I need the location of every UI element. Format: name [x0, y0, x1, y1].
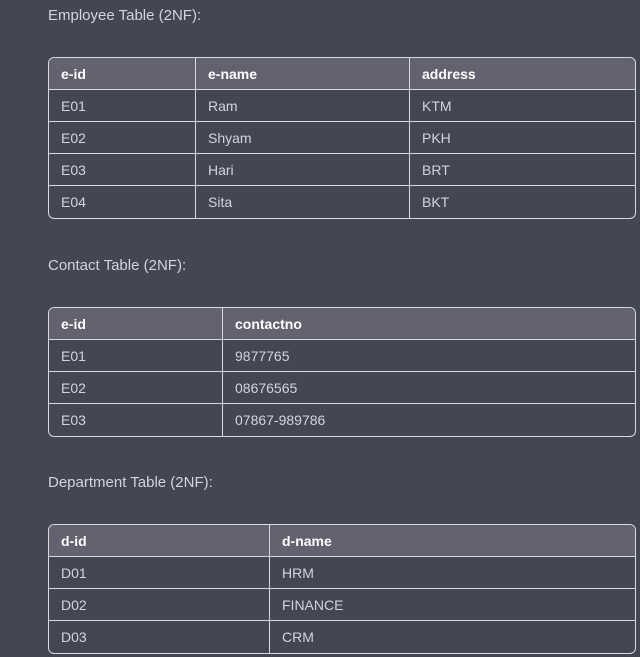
table-row: E01 Ram KTM	[49, 90, 635, 122]
department-table-title: Department Table (2NF):	[48, 474, 213, 491]
department-table: d-id d-name D01 HRM D02 FINANCE D03 CRM	[48, 524, 636, 654]
table-cell: BRT	[410, 154, 635, 186]
column-header: e-id	[49, 308, 223, 340]
table-header-row: d-id d-name	[49, 525, 635, 557]
contact-table-title: Contact Table (2NF):	[48, 257, 187, 274]
table-cell: E01	[49, 90, 196, 122]
table-cell: D03	[49, 621, 270, 653]
table-cell: D02	[49, 589, 270, 621]
table-cell: Shyam	[196, 122, 410, 154]
table-cell: E02	[49, 122, 196, 154]
column-header: d-id	[49, 525, 270, 557]
column-header: contactno	[223, 308, 635, 340]
table-row: E02 Shyam PKH	[49, 122, 635, 154]
table-cell: D01	[49, 557, 270, 589]
table-cell: PKH	[410, 122, 635, 154]
table-cell: Hari	[196, 154, 410, 186]
employee-table-title: Employee Table (2NF):	[48, 7, 202, 24]
table-cell: KTM	[410, 90, 635, 122]
table-header-row: e-id contactno	[49, 308, 635, 340]
table-cell: BKT	[422, 194, 450, 210]
table-cell: 08676565	[223, 372, 635, 404]
table-cell: 9877765	[223, 340, 635, 372]
table-row: D03 CRM	[49, 621, 635, 653]
column-header: e-name	[196, 58, 410, 90]
table-row: E02 08676565	[49, 372, 635, 404]
table-cell: HRM	[270, 557, 635, 589]
employee-table: e-id e-name address E01 Ram KTM E02 Shya…	[48, 57, 636, 219]
column-header: d-name	[270, 525, 635, 557]
table-cell: E03	[49, 404, 223, 436]
table-cell: Ram	[196, 90, 410, 122]
table-cell: E03	[49, 154, 196, 186]
table-cell: Sita	[196, 186, 410, 218]
table-cell: E02	[49, 372, 223, 404]
column-header: address	[410, 58, 635, 90]
column-header: e-id	[49, 58, 196, 90]
table-row: D01 HRM	[49, 557, 635, 589]
table-row: E03 07867-989786	[49, 404, 635, 436]
table-row: E01 9877765	[49, 340, 635, 372]
table-cell: 07867-989786	[235, 412, 326, 428]
table-cell: CRM	[282, 629, 314, 645]
table-row: E03 Hari BRT	[49, 154, 635, 186]
table-row: E04 Sita BKT	[49, 186, 635, 218]
table-row: D02 FINANCE	[49, 589, 635, 621]
table-cell: E04	[49, 186, 196, 218]
table-cell: E01	[49, 340, 223, 372]
contact-table: e-id contactno E01 9877765 E02 08676565 …	[48, 307, 636, 437]
table-header-row: e-id e-name address	[49, 58, 635, 90]
table-cell: FINANCE	[270, 589, 635, 621]
